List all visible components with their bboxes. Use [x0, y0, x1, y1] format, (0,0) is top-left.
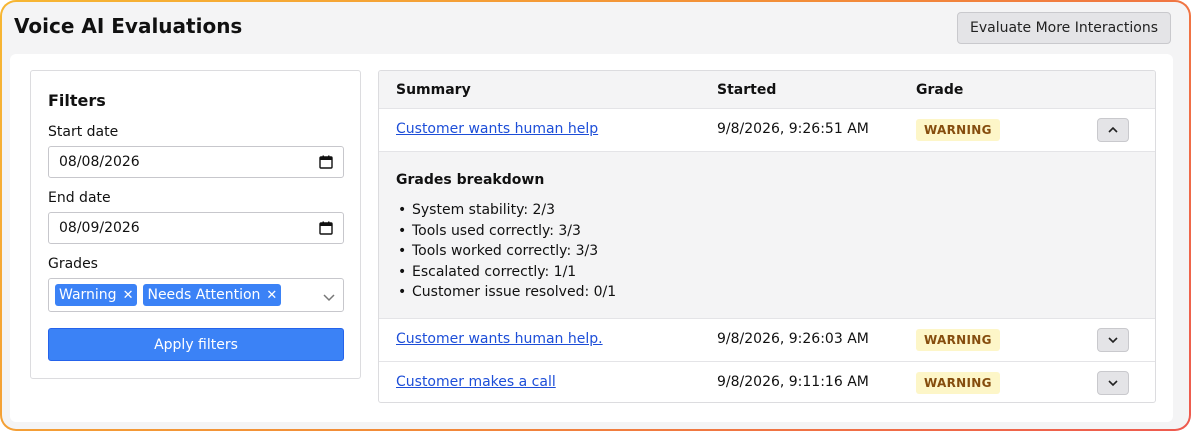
started-time: 9/8/2026, 9:11:16 AM: [717, 374, 869, 390]
filters-title: Filters: [48, 91, 106, 110]
chevron-down-icon[interactable]: [323, 288, 335, 302]
grade-chip-needs-attention: Needs Attention ✕: [143, 284, 282, 306]
grade-chip-warning: Warning ✕: [55, 284, 138, 306]
filters-panel: Filters Start date 08/08/2026 End date 0…: [30, 70, 361, 379]
started-time: 9/8/2026, 9:26:03 AM: [717, 331, 869, 347]
apply-filters-button[interactable]: Apply filters: [48, 328, 344, 361]
breakdown-list: System stability: 2/3 Tools used correct…: [396, 200, 1138, 303]
end-date-value: 08/09/2026: [59, 220, 140, 236]
start-date-input[interactable]: 08/08/2026: [48, 146, 344, 178]
column-header-grade: Grade: [916, 82, 964, 98]
table-row: Customer wants human help. 9/8/2026, 9:2…: [379, 319, 1155, 362]
chip-label: Needs Attention: [147, 287, 261, 303]
status-badge: WARNING: [916, 372, 1000, 394]
table-header: Summary Started Grade: [379, 71, 1155, 109]
table-row: Customer wants human help 9/8/2026, 9:26…: [379, 109, 1155, 152]
app-window: Voice AI Evaluations Evaluate More Inter…: [2, 2, 1189, 429]
list-item: System stability: 2/3: [396, 200, 1138, 221]
main-content: Filters Start date 08/08/2026 End date 0…: [10, 54, 1173, 422]
app-frame: Voice AI Evaluations Evaluate More Inter…: [0, 0, 1191, 431]
summary-link[interactable]: Customer makes a call: [396, 374, 556, 390]
evaluations-table: Summary Started Grade Customer wants hum…: [378, 70, 1156, 403]
calendar-icon[interactable]: [319, 221, 333, 235]
list-item: Customer issue resolved: 0/1: [396, 282, 1138, 303]
chevron-down-icon: [1108, 337, 1118, 344]
end-date-label: End date: [48, 190, 111, 206]
page-title: Voice AI Evaluations: [14, 14, 243, 38]
breakdown-title: Grades breakdown: [396, 172, 545, 188]
list-item: Escalated correctly: 1/1: [396, 262, 1138, 283]
close-icon[interactable]: ✕: [123, 288, 134, 303]
end-date-input[interactable]: 08/09/2026: [48, 212, 344, 244]
table-row: Customer makes a call 9/8/2026, 9:11:16 …: [379, 362, 1155, 402]
chip-label: Warning: [59, 287, 117, 303]
chevron-down-icon: [1108, 380, 1118, 387]
grades-multiselect[interactable]: Warning ✕ Needs Attention ✕: [48, 278, 344, 312]
collapse-row-button[interactable]: [1097, 118, 1129, 142]
evaluate-more-button[interactable]: Evaluate More Interactions: [956, 12, 1171, 44]
started-time: 9/8/2026, 9:26:51 AM: [717, 121, 869, 137]
expand-row-button[interactable]: [1097, 371, 1129, 395]
chevron-up-icon: [1108, 126, 1118, 133]
summary-link[interactable]: Customer wants human help: [396, 121, 598, 137]
column-header-summary: Summary: [396, 82, 471, 98]
start-date-label: Start date: [48, 124, 119, 140]
column-header-started: Started: [717, 82, 777, 98]
status-badge: WARNING: [916, 329, 1000, 351]
summary-link[interactable]: Customer wants human help.: [396, 331, 603, 347]
close-icon[interactable]: ✕: [266, 288, 277, 303]
list-item: Tools used correctly: 3/3: [396, 221, 1138, 242]
calendar-icon[interactable]: [319, 155, 333, 169]
grades-breakdown-panel: Grades breakdown System stability: 2/3 T…: [379, 152, 1155, 319]
status-badge: WARNING: [916, 119, 1000, 141]
start-date-value: 08/08/2026: [59, 154, 140, 170]
grades-label: Grades: [48, 256, 98, 272]
expand-row-button[interactable]: [1097, 328, 1129, 352]
list-item: Tools worked correctly: 3/3: [396, 241, 1138, 262]
